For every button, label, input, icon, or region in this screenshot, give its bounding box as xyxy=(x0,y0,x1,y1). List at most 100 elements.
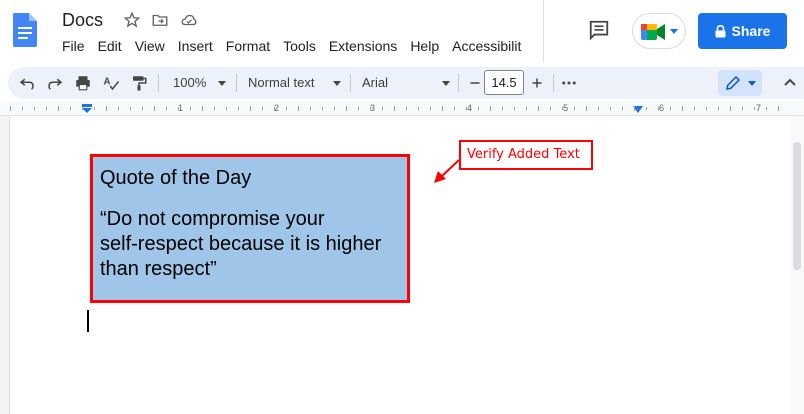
spellcheck-icon[interactable]: A xyxy=(102,74,120,92)
ruler-tick xyxy=(406,107,407,110)
ruler-tick xyxy=(10,106,11,111)
google-meet-icon xyxy=(641,24,665,40)
undo-icon[interactable] xyxy=(18,74,36,92)
ruler-tick xyxy=(322,107,323,110)
ruler-tick xyxy=(202,106,203,111)
ruler-tick xyxy=(418,107,419,110)
font-select[interactable]: Arial xyxy=(362,75,388,90)
quote-title: Quote of the Day xyxy=(100,167,252,189)
font-size-input[interactable]: 14.5 xyxy=(484,70,524,95)
ruler-tick xyxy=(346,106,347,111)
chevron-down-icon xyxy=(670,29,678,34)
redo-icon[interactable] xyxy=(46,74,64,92)
menu-bar: File Edit View Insert Format Tools Exten… xyxy=(62,38,534,56)
menu-edit[interactable]: Edit xyxy=(98,38,122,56)
ruler-tick xyxy=(394,106,395,111)
vertical-ruler xyxy=(0,116,10,414)
ruler-tick xyxy=(262,107,263,110)
editing-mode-button[interactable] xyxy=(718,70,762,96)
print-icon[interactable] xyxy=(74,74,92,92)
quote-line: than respect” xyxy=(100,258,217,280)
lock-icon xyxy=(715,24,726,37)
decrease-font-size-icon[interactable] xyxy=(466,74,484,92)
ruler-tick xyxy=(502,107,503,110)
ruler-tick xyxy=(490,106,491,111)
ruler-tick xyxy=(514,107,515,110)
style-select[interactable]: Normal text xyxy=(248,75,314,90)
toolbar-divider xyxy=(553,74,554,92)
ruler-tick xyxy=(610,107,611,110)
increase-font-size-icon[interactable] xyxy=(528,74,546,92)
ruler-tick xyxy=(286,107,287,110)
ruler-tick xyxy=(634,106,635,111)
formatting-toolbar: A 100% Normal text Arial 14.5 xyxy=(8,67,804,99)
ruler-tick xyxy=(598,107,599,110)
ruler-tick xyxy=(166,107,167,110)
quote-line: “Do not compromise your xyxy=(100,208,325,230)
quote-text-box[interactable]: Quote of the Day “Do not compromise your… xyxy=(90,154,410,303)
ruler-tick xyxy=(118,107,119,110)
ruler-tick xyxy=(562,107,563,110)
move-to-folder-icon[interactable] xyxy=(151,11,169,29)
docs-logo-icon[interactable] xyxy=(13,13,37,47)
chevron-down-icon xyxy=(748,81,756,86)
ruler-tick xyxy=(586,106,587,111)
collapse-toolbar-icon[interactable] xyxy=(784,78,796,86)
ruler-tick xyxy=(190,107,191,110)
more-options-icon[interactable] xyxy=(560,74,578,92)
ruler-tick xyxy=(478,107,479,110)
ruler-tick xyxy=(226,107,227,110)
ruler-tick xyxy=(94,107,95,110)
paint-format-icon[interactable] xyxy=(130,74,148,92)
ruler-tick xyxy=(430,107,431,110)
menu-format[interactable]: Format xyxy=(226,38,270,56)
ruler-tick xyxy=(742,107,743,110)
ruler-tick xyxy=(526,107,527,110)
zoom-select[interactable]: 100% xyxy=(173,75,206,90)
ruler-tick xyxy=(310,107,311,110)
ruler-tick xyxy=(106,106,107,111)
menu-file[interactable]: File xyxy=(62,38,85,56)
menu-extensions[interactable]: Extensions xyxy=(329,38,397,56)
menu-help[interactable]: Help xyxy=(410,38,439,56)
scrollbar-thumb[interactable] xyxy=(793,142,801,270)
meet-button[interactable] xyxy=(632,13,686,49)
menu-accessibility[interactable]: Accessibilit xyxy=(452,38,521,56)
svg-text:A: A xyxy=(104,77,111,88)
ruler-tick xyxy=(154,106,155,111)
horizontal-ruler[interactable]: 1 2 3 4 5 6 7 xyxy=(0,101,804,116)
ruler-tick xyxy=(238,107,239,110)
menu-tools[interactable]: Tools xyxy=(283,38,316,56)
ruler-tick xyxy=(214,107,215,110)
menu-insert[interactable]: Insert xyxy=(178,38,213,56)
share-button[interactable]: Share xyxy=(698,13,787,49)
toolbar-divider xyxy=(458,74,459,92)
document-title[interactable]: Docs xyxy=(62,10,103,31)
ruler-tick xyxy=(622,107,623,110)
toolbar-divider xyxy=(236,74,237,92)
ruler-tick xyxy=(454,107,455,110)
ruler-tick xyxy=(22,107,23,110)
menu-view[interactable]: View xyxy=(135,38,165,56)
ruler-tick xyxy=(706,107,707,110)
star-icon[interactable] xyxy=(123,11,141,29)
ruler-tick xyxy=(658,107,659,110)
ruler-tick xyxy=(334,107,335,110)
annotation-callout: Verify Added Text xyxy=(459,140,593,170)
toolbar-divider xyxy=(158,74,159,92)
quote-line: self-respect because it is higher xyxy=(100,233,382,255)
ruler-tick xyxy=(34,107,35,110)
toolbar-divider xyxy=(350,74,351,92)
ruler-tick xyxy=(682,106,683,111)
comments-icon[interactable] xyxy=(588,19,610,41)
chevron-down-icon[interactable] xyxy=(218,81,226,86)
chevron-down-icon[interactable] xyxy=(333,81,341,86)
chevron-down-icon[interactable] xyxy=(442,81,450,86)
ruler-tick xyxy=(718,107,719,110)
ruler-tick xyxy=(574,107,575,110)
ruler-tick xyxy=(178,107,179,110)
cloud-status-icon[interactable] xyxy=(180,11,198,29)
ruler-tick xyxy=(82,107,83,110)
ruler-number: 5 xyxy=(563,103,569,113)
